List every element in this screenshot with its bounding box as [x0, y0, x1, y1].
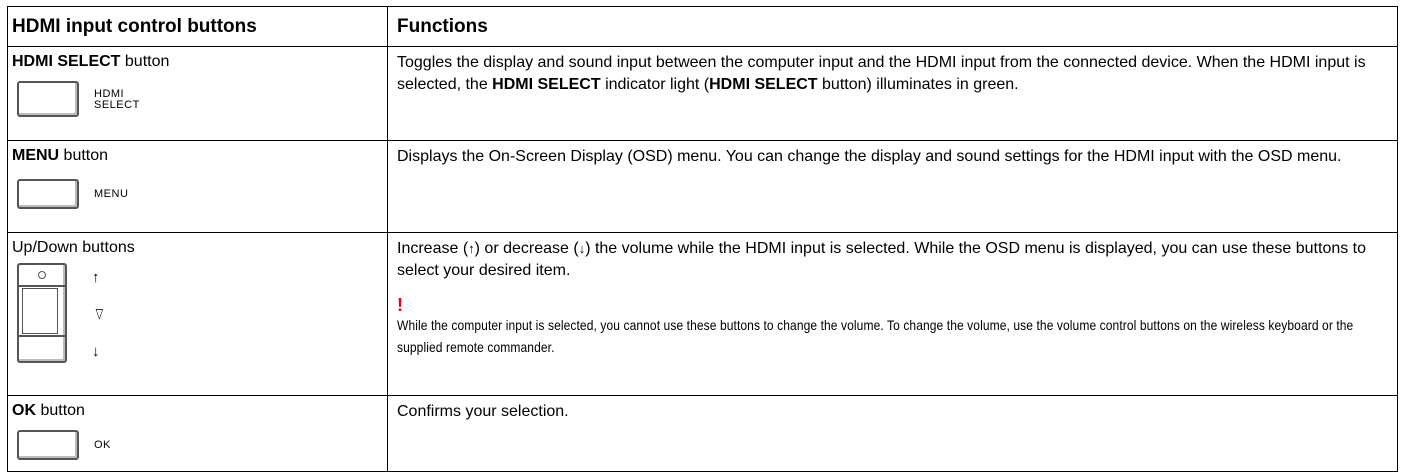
- menu-label-bold: MENU: [12, 147, 60, 164]
- up-down-key-illustration: [17, 263, 67, 363]
- table-header-row: HDMI input control buttons Functions: [8, 7, 1397, 47]
- header-buttons-column: HDMI input control buttons: [12, 16, 257, 37]
- up-down-desc-part2: ) or decrease (: [474, 240, 579, 257]
- hdmi-select-key-illustration: [17, 81, 79, 117]
- ok-key-illustration: [17, 430, 79, 460]
- hdmi-select-description: Toggles the display and sound input betw…: [397, 47, 1392, 96]
- volume-triangle-icon: ▽: [95, 305, 104, 321]
- middle-key-segment: [22, 288, 58, 334]
- control-buttons-table: HDMI input control buttons Functions HDM…: [7, 6, 1398, 472]
- up-key-segment: [19, 265, 65, 287]
- up-down-note: While the computer input is selected, yo…: [397, 317, 1354, 355]
- up-down-desc-part1: Increase (: [397, 240, 469, 257]
- note-exclamation-icon: !: [397, 295, 403, 315]
- header-functions-column: Functions: [397, 16, 488, 37]
- up-down-description: Increase (↑) or decrease (↓) the volume …: [397, 233, 1392, 358]
- ok-label: OK button: [12, 396, 382, 421]
- hdmi-select-label: HDMI SELECT button: [12, 47, 382, 72]
- hdmi-select-key-text: HDMI SELECT: [94, 89, 140, 111]
- hdmi-select-desc-part3: button) illuminates in green.: [817, 76, 1019, 93]
- menu-label: MENU button: [12, 141, 382, 166]
- ok-key-text: OK: [94, 439, 111, 451]
- up-arrow-icon: ↑: [92, 269, 100, 286]
- hdmi-select-desc-bold1: HDMI SELECT: [492, 76, 601, 93]
- table-row-menu: MENU button MENU Displays the On-Screen …: [8, 141, 1397, 233]
- down-key-segment: [19, 335, 65, 361]
- ok-label-bold: OK: [12, 402, 36, 419]
- hdmi-select-label-rest: button: [120, 53, 170, 70]
- ok-label-rest: button: [36, 402, 85, 419]
- up-down-desc-text: Increase (↑) or decrease (↓) the volume …: [397, 238, 1392, 282]
- table-row-up-down: Up/Down buttons ↑ ▽ ↓ Increase (↑) or de…: [8, 233, 1397, 396]
- table-row-hdmi-select: HDMI SELECT button HDMI SELECT Toggles t…: [8, 47, 1397, 141]
- table-row-ok: OK button OK Confirms your selection.: [8, 396, 1397, 471]
- menu-description: Displays the On-Screen Display (OSD) men…: [397, 148, 1342, 165]
- hdmi-select-key-text-line2: SELECT: [94, 99, 140, 111]
- hdmi-select-desc-bold2: HDMI SELECT: [709, 76, 818, 93]
- hdmi-select-desc-part2: indicator light (: [600, 76, 710, 93]
- ok-description: Confirms your selection.: [397, 403, 569, 420]
- menu-key-text: MENU: [94, 188, 129, 200]
- up-key-dot: [38, 271, 46, 279]
- up-down-label: Up/Down buttons: [12, 239, 135, 256]
- column-divider: [387, 7, 388, 471]
- menu-label-rest: button: [59, 147, 109, 164]
- hdmi-select-label-bold: HDMI SELECT: [12, 53, 121, 70]
- down-arrow-icon: ↓: [92, 343, 100, 360]
- menu-key-illustration: [17, 179, 79, 209]
